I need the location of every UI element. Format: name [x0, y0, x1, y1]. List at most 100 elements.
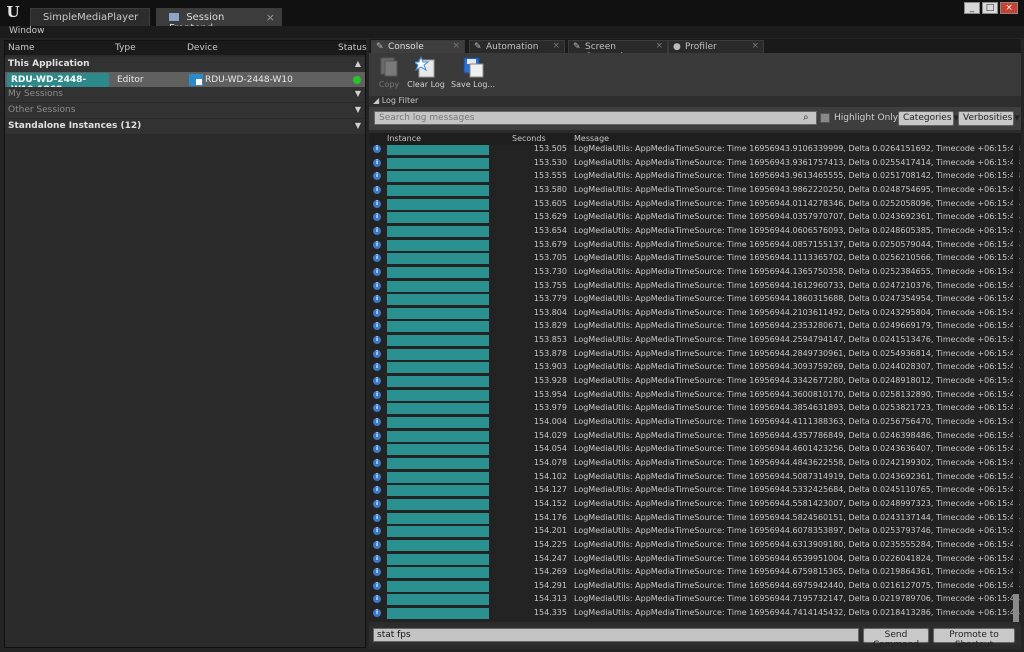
log-row[interactable]: i 153.679 LogMediaUtils: AppMediaTimeSourc…	[369, 239, 1021, 253]
log-row[interactable]: i 153.505 LogMediaUtils: AppMediaTimeSourc…	[369, 145, 1021, 157]
close-icon[interactable]: ×	[266, 11, 275, 24]
log-row[interactable]: i 154.102 LogMediaUtils: AppMediaTimeSourc…	[369, 471, 1021, 485]
session-row[interactable]: RDU-WD-2448-W10-1868 Editor RDU-WD-2448-…	[5, 72, 365, 95]
log-row[interactable]: i 154.176 LogMediaUtils: AppMediaTimeSourc…	[369, 512, 1021, 526]
log-row[interactable]: i 153.654 LogMediaUtils: AppMediaTimeSourc…	[369, 225, 1021, 239]
log-row[interactable]: i 153.629 LogMediaUtils: AppMediaTimeSourc…	[369, 211, 1021, 225]
log-row[interactable]: i 153.979 LogMediaUtils: AppMediaTimeSourc…	[369, 402, 1021, 416]
log-row[interactable]: i 153.555 LogMediaUtils: AppMediaTimeSourc…	[369, 170, 1021, 184]
log-row[interactable]: i 154.225 LogMediaUtils: AppMediaTimeSourc…	[369, 539, 1021, 553]
column-instance[interactable]: Instance	[387, 134, 421, 143]
log-instance-cell	[387, 294, 489, 306]
group-this-application[interactable]: This Application ▲	[5, 57, 365, 72]
title-bar: U SimpleMediaPlayer Session Frontend × _…	[0, 0, 1024, 34]
promote-to-shortcut-button[interactable]: Promote to Shortcut	[933, 628, 1015, 650]
log-message: LogMediaUtils: AppMediaTimeSource: Time …	[574, 294, 1021, 304]
log-row[interactable]: i 154.004 LogMediaUtils: AppMediaTimeSourc…	[369, 416, 1021, 430]
log-row[interactable]: i 153.530 LogMediaUtils: AppMediaTimeSourc…	[369, 157, 1021, 171]
copy-icon	[380, 57, 398, 77]
send-command-button[interactable]: Send Command	[863, 628, 929, 650]
copy-button[interactable]: Copy	[369, 55, 409, 94]
expand-arrow-icon[interactable]: ▼	[355, 121, 361, 130]
log-row[interactable]: i 153.580 LogMediaUtils: AppMediaTimeSourc…	[369, 184, 1021, 198]
log-seconds: 154.078	[533, 457, 567, 467]
tab-console[interactable]: ✎ Console ×	[371, 40, 465, 53]
log-message-list[interactable]: i 153.505 LogMediaUtils: AppMediaTimeSourc…	[369, 145, 1021, 622]
scroll-thumb[interactable]	[1013, 594, 1019, 622]
categories-dropdown[interactable]: Categories ▼	[898, 111, 959, 126]
info-icon: i	[373, 349, 381, 358]
tab-simple-media-player[interactable]: SimpleMediaPlayer	[30, 8, 150, 26]
log-row[interactable]: i 154.201 LogMediaUtils: AppMediaTimeSourc…	[369, 525, 1021, 539]
profiler-icon: ●	[673, 42, 681, 52]
close-icon[interactable]: ×	[452, 41, 460, 51]
log-seconds: 154.029	[533, 430, 567, 440]
close-window-button[interactable]: ×	[1000, 2, 1018, 14]
save-log-button[interactable]: Save Log...	[451, 55, 495, 94]
log-scrollbar[interactable]	[1013, 145, 1019, 622]
log-row[interactable]: i 153.903 LogMediaUtils: AppMediaTimeSourc…	[369, 361, 1021, 375]
log-row[interactable]: i 153.804 LogMediaUtils: AppMediaTimeSourc…	[369, 307, 1021, 321]
group-label: My Sessions	[8, 89, 63, 99]
log-seconds: 154.054	[533, 444, 567, 454]
log-row[interactable]: i 153.853 LogMediaUtils: AppMediaTimeSourc…	[369, 334, 1021, 348]
search-input[interactable]: Search log messages ⌕	[374, 111, 817, 125]
log-row[interactable]: i 154.127 LogMediaUtils: AppMediaTimeSourc…	[369, 484, 1021, 498]
log-row[interactable]: i 154.335 LogMediaUtils: AppMediaTimeSourc…	[369, 607, 1021, 621]
log-seconds: 154.335	[533, 608, 567, 618]
column-status[interactable]: Status	[338, 43, 367, 53]
group-other-sessions[interactable]: Other Sessions ▼	[5, 103, 365, 118]
column-device[interactable]: Device	[187, 43, 218, 53]
log-instance-cell	[387, 348, 489, 360]
info-icon: i	[373, 213, 381, 222]
group-my-sessions[interactable]: My Sessions ▼	[5, 87, 365, 102]
log-row[interactable]: i 154.078 LogMediaUtils: AppMediaTimeSourc…	[369, 457, 1021, 471]
log-row[interactable]: i 154.152 LogMediaUtils: AppMediaTimeSourc…	[369, 498, 1021, 512]
log-row[interactable]: i 153.755 LogMediaUtils: AppMediaTimeSourc…	[369, 280, 1021, 294]
column-type[interactable]: Type	[115, 43, 136, 53]
command-input[interactable]: stat fps	[373, 628, 859, 642]
log-row[interactable]: i 154.313 LogMediaUtils: AppMediaTimeSourc…	[369, 593, 1021, 607]
log-seconds: 154.291	[533, 580, 567, 590]
minimize-button[interactable]: _	[964, 2, 980, 14]
tab-automation[interactable]: ✎ Automation ×	[469, 40, 565, 53]
tab-label: SimpleMediaPlayer	[43, 12, 139, 23]
verbosities-dropdown[interactable]: Verbosities ▼	[958, 111, 1020, 126]
log-row[interactable]: i 153.829 LogMediaUtils: AppMediaTimeSourc…	[369, 320, 1021, 334]
log-row[interactable]: i 153.705 LogMediaUtils: AppMediaTimeSourc…	[369, 252, 1021, 266]
log-seconds: 153.654	[533, 225, 567, 235]
column-name[interactable]: Name	[8, 43, 35, 53]
log-row[interactable]: i 153.954 LogMediaUtils: AppMediaTimeSourc…	[369, 389, 1021, 403]
log-row[interactable]: i 154.291 LogMediaUtils: AppMediaTimeSourc…	[369, 580, 1021, 594]
menu-window[interactable]: Window	[9, 26, 45, 36]
close-icon[interactable]: ×	[655, 41, 663, 51]
clear-log-button[interactable]: Clear Log	[406, 55, 446, 94]
close-icon[interactable]: ×	[751, 41, 759, 51]
log-row[interactable]: i 154.247 LogMediaUtils: AppMediaTimeSourc…	[369, 553, 1021, 567]
tab-profiler[interactable]: ● Profiler ×	[668, 40, 764, 53]
log-seconds: 154.269	[533, 567, 567, 577]
log-row[interactable]: i 153.928 LogMediaUtils: AppMediaTimeSourc…	[369, 375, 1021, 389]
highlight-only-checkbox[interactable]	[820, 113, 830, 123]
collapse-arrow-icon[interactable]: ▲	[355, 59, 361, 68]
log-row[interactable]: i 153.605 LogMediaUtils: AppMediaTimeSourc…	[369, 198, 1021, 212]
maximize-button[interactable]: □	[982, 2, 998, 14]
close-icon[interactable]: ×	[552, 41, 560, 51]
group-standalone-instances[interactable]: Standalone Instances (12) ▼	[5, 119, 365, 134]
column-seconds[interactable]: Seconds	[512, 134, 546, 143]
log-row[interactable]: i 153.730 LogMediaUtils: AppMediaTimeSourc…	[369, 266, 1021, 280]
expand-arrow-icon[interactable]: ▼	[355, 105, 361, 114]
log-instance-cell	[387, 430, 489, 442]
log-row[interactable]: i 154.029 LogMediaUtils: AppMediaTimeSourc…	[369, 430, 1021, 444]
column-message[interactable]: Message	[574, 134, 609, 143]
log-row[interactable]: i 153.878 LogMediaUtils: AppMediaTimeSourc…	[369, 348, 1021, 362]
tab-screen-comparison[interactable]: ✎ Screen Comparisor ×	[568, 40, 668, 62]
log-row[interactable]: i 154.269 LogMediaUtils: AppMediaTimeSourc…	[369, 566, 1021, 580]
tab-session-frontend[interactable]: Session Frontend ×	[156, 8, 282, 34]
expand-arrow-icon[interactable]: ▼	[355, 89, 361, 98]
collapse-arrow-icon: ◢	[373, 96, 382, 105]
log-row[interactable]: i 153.779 LogMediaUtils: AppMediaTimeSourc…	[369, 293, 1021, 307]
log-filter-heading[interactable]: ◢ Log Filter	[369, 96, 1021, 107]
log-row[interactable]: i 154.054 LogMediaUtils: AppMediaTimeSourc…	[369, 443, 1021, 457]
log-seconds: 153.779	[533, 294, 567, 304]
